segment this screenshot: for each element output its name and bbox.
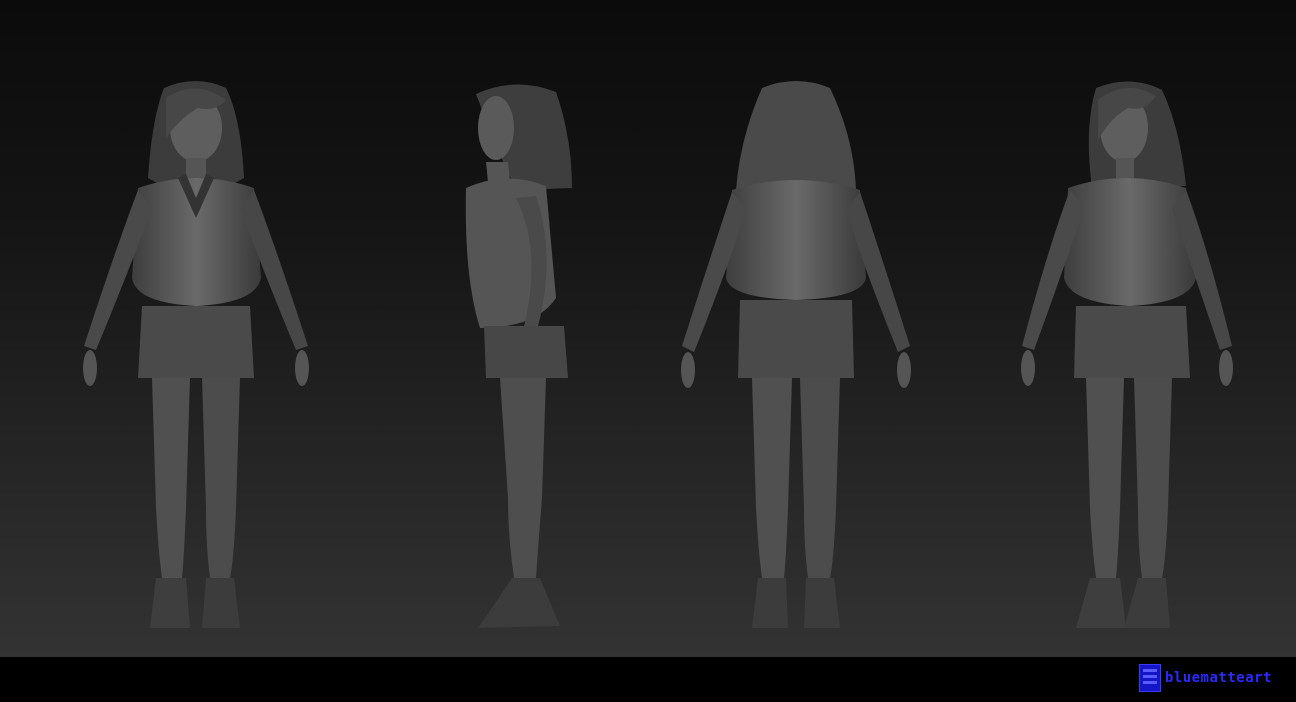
character-three-quarter-render [1021, 81, 1233, 628]
character-side-view [396, 78, 656, 630]
footer-bar: bluematteart [0, 657, 1296, 702]
character-front-render [83, 81, 309, 628]
character-front-view [66, 78, 326, 630]
brand-logo-icon [1138, 664, 1161, 692]
character-side-render [465, 84, 572, 628]
character-back-view [666, 78, 926, 630]
render-viewport [0, 0, 1296, 657]
watermark: bluematteart [1138, 664, 1272, 692]
watermark-text: bluematteart [1164, 670, 1272, 686]
character-three-quarter-view [1006, 78, 1266, 630]
character-back-render [681, 81, 911, 628]
